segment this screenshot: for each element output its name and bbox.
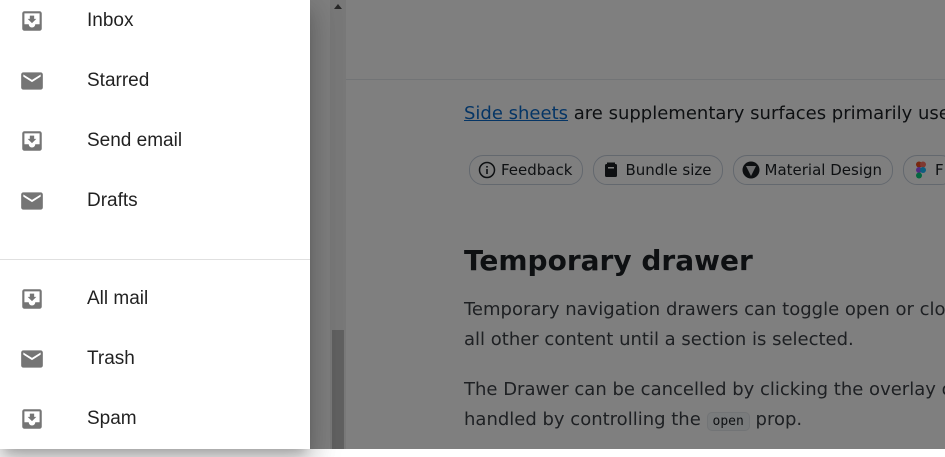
drawer-item-all-mail[interactable]: All mail [0, 269, 310, 329]
mail-icon [0, 188, 75, 214]
drawer-item-inbox[interactable]: Inbox [0, 0, 310, 51]
drawer-item-label: Inbox [87, 10, 134, 31]
temporary-drawer: Inbox Starred Send email Drafts All mail Tra… [0, 0, 310, 449]
inbox-icon [0, 406, 75, 432]
drawer-item-trash[interactable]: Trash [0, 329, 310, 389]
mail-icon [0, 68, 75, 94]
drawer-item-spam[interactable]: Spam [0, 389, 310, 449]
drawer-item-drafts[interactable]: Drafts [0, 171, 310, 231]
drawer-item-send-email[interactable]: Send email [0, 111, 310, 171]
inbox-icon [0, 286, 75, 312]
drawer-item-label: Send email [87, 130, 183, 151]
drawer-item-label: Drafts [87, 190, 138, 211]
drawer-item-starred[interactable]: Starred [0, 51, 310, 111]
drawer-item-label: Spam [87, 408, 137, 429]
mail-icon [0, 346, 75, 372]
drawer-item-label: Trash [87, 348, 135, 369]
secondary-nav-list: All mail Trash Spam [0, 259, 310, 457]
drawer-item-label: All mail [87, 288, 149, 309]
primary-nav-list: Inbox Starred Send email Drafts [0, 0, 310, 239]
drawer-item-label: Starred [87, 70, 150, 91]
inbox-icon [0, 8, 75, 34]
inbox-icon [0, 128, 75, 154]
